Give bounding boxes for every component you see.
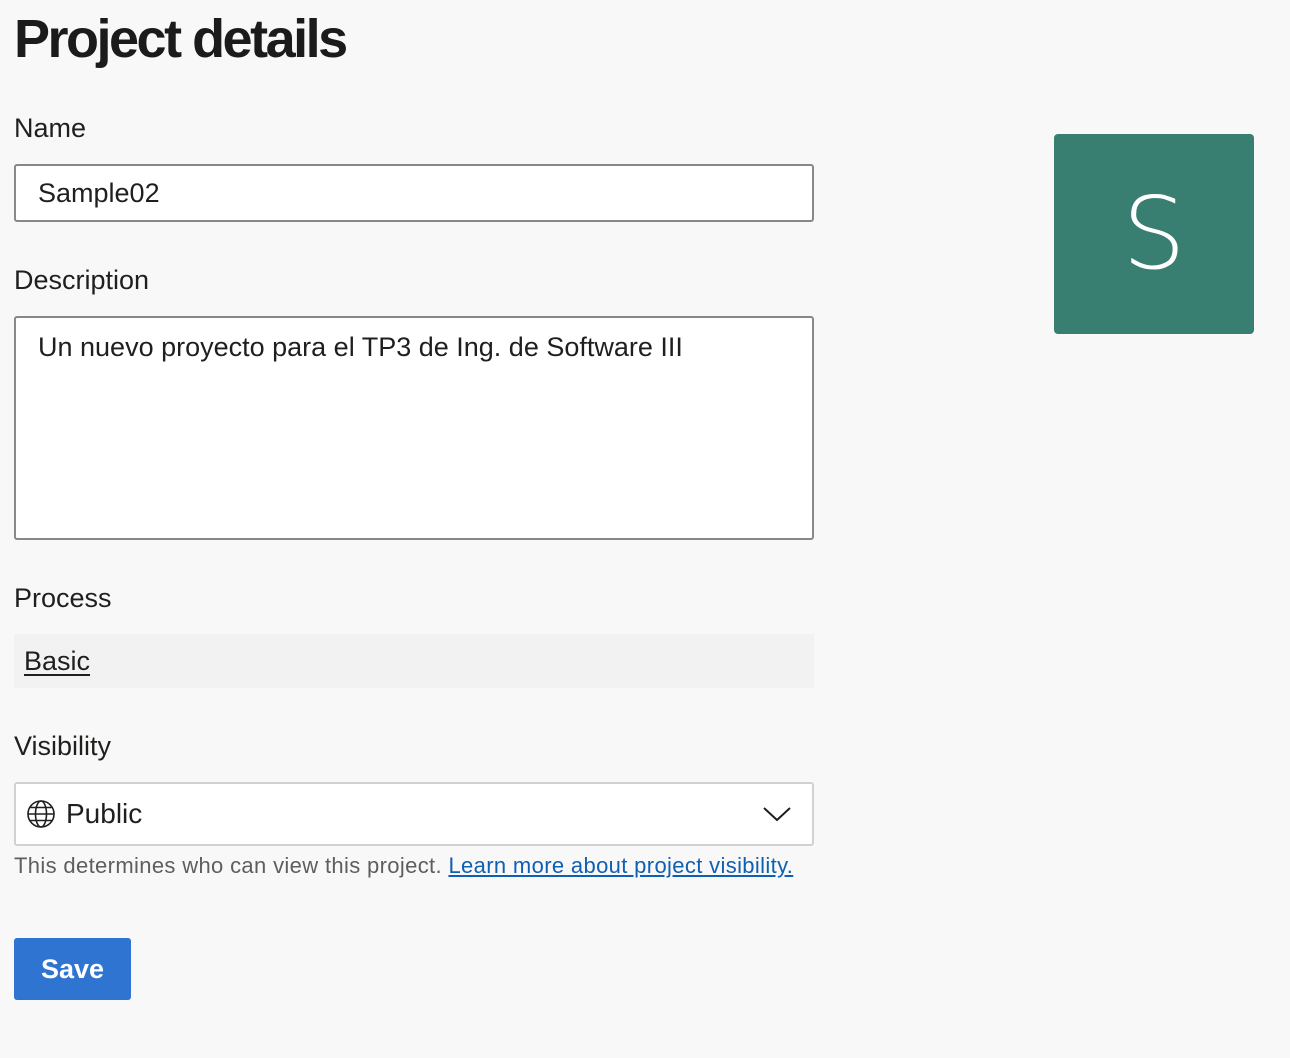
visibility-label: Visibility [14, 731, 112, 761]
process-label: Process [14, 583, 112, 613]
project-avatar: S [1054, 134, 1254, 334]
chevron-down-icon [762, 804, 792, 824]
visibility-help-description: This determines who can view this projec… [14, 853, 442, 878]
name-input[interactable] [14, 164, 814, 222]
page-title: Project details [14, 9, 348, 69]
globe-icon [26, 799, 56, 829]
description-label: Description [14, 265, 150, 295]
visibility-selected-value: Public [66, 798, 143, 829]
process-field: Basic [14, 634, 814, 688]
visibility-learn-more-link[interactable]: Learn more about project visibility. [448, 853, 793, 878]
visibility-help-text: This determines who can view this projec… [14, 852, 793, 880]
process-link[interactable]: Basic [24, 646, 90, 677]
visibility-dropdown[interactable]: Public [14, 782, 814, 846]
description-textarea[interactable]: Un nuevo proyecto para el TP3 de Ing. de… [14, 316, 814, 540]
save-button[interactable]: Save [14, 938, 131, 1000]
name-label: Name [14, 113, 87, 143]
